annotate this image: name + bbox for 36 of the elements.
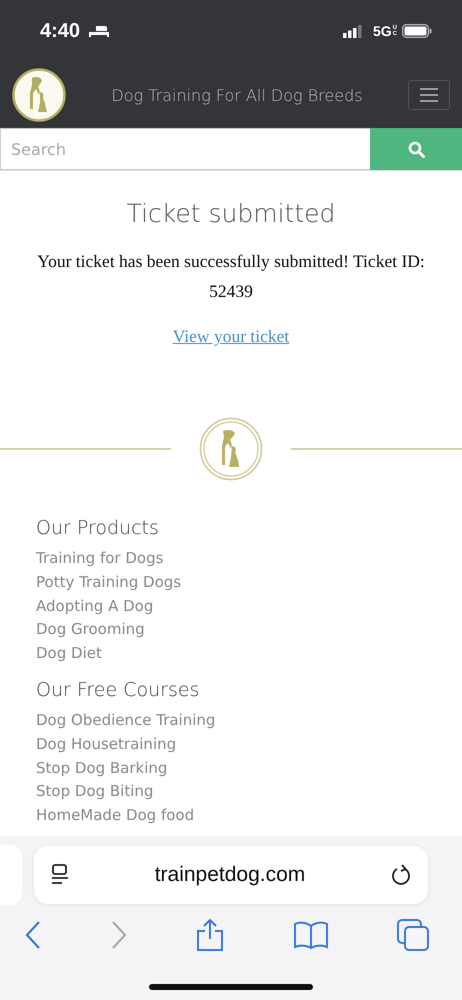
footer-heading: Our Products — [36, 517, 160, 539]
footer-link[interactable]: Dog Grooming — [36, 618, 426, 642]
footer-link[interactable]: Adopting A Dog — [36, 594, 426, 618]
search-icon — [408, 140, 424, 158]
footer-heading: Our Free Courses — [36, 678, 200, 701]
signal-icon — [342, 24, 363, 38]
reload-icon[interactable] — [390, 863, 412, 887]
footer-link[interactable]: Potty Training Dogs — [36, 570, 426, 595]
footer-link[interactable]: Stop Dog Biting — [36, 780, 426, 804]
menu-button[interactable] — [408, 80, 450, 110]
search-field[interactable]: Search — [0, 128, 370, 170]
search-button[interactable] — [370, 128, 462, 170]
footer-link[interactable]: Dog Obedience Training — [36, 708, 426, 733]
view-ticket-link[interactable]: View your ticket — [172, 326, 290, 347]
footer-link[interactable]: HomeMade Dog food — [36, 804, 426, 828]
page-heading: Ticket submitted — [126, 199, 336, 228]
menu-icon — [420, 88, 438, 102]
back-button[interactable] — [24, 920, 42, 950]
footer-link[interactable]: Stop Dog Barking — [36, 756, 426, 780]
site-title: Dog Training For All Dog Breeds — [110, 86, 364, 104]
url-text: trainpetdog.com — [154, 863, 306, 887]
share-icon[interactable] — [195, 918, 225, 952]
address-bar[interactable]: trainpetdog.com — [34, 846, 428, 904]
footer-link[interactable]: Dog Housetraining — [36, 732, 426, 757]
footer-link[interactable]: Training for Dogs — [36, 547, 426, 571]
status-time: 4:40 — [40, 20, 80, 42]
logo-icon[interactable] — [12, 68, 66, 122]
logo-icon — [199, 417, 263, 481]
confirmation-message: Your ticket has been successfully submitted! Ticket ID: 52439 — [36, 250, 426, 303]
network-label: 5G — [372, 23, 392, 39]
footer-link[interactable]: Dog Diet — [36, 642, 426, 666]
battery-icon — [402, 24, 432, 38]
tabs-icon[interactable] — [396, 918, 430, 952]
bed-icon — [88, 24, 110, 38]
bookmarks-icon[interactable] — [292, 921, 328, 949]
reader-icon[interactable] — [50, 864, 70, 886]
